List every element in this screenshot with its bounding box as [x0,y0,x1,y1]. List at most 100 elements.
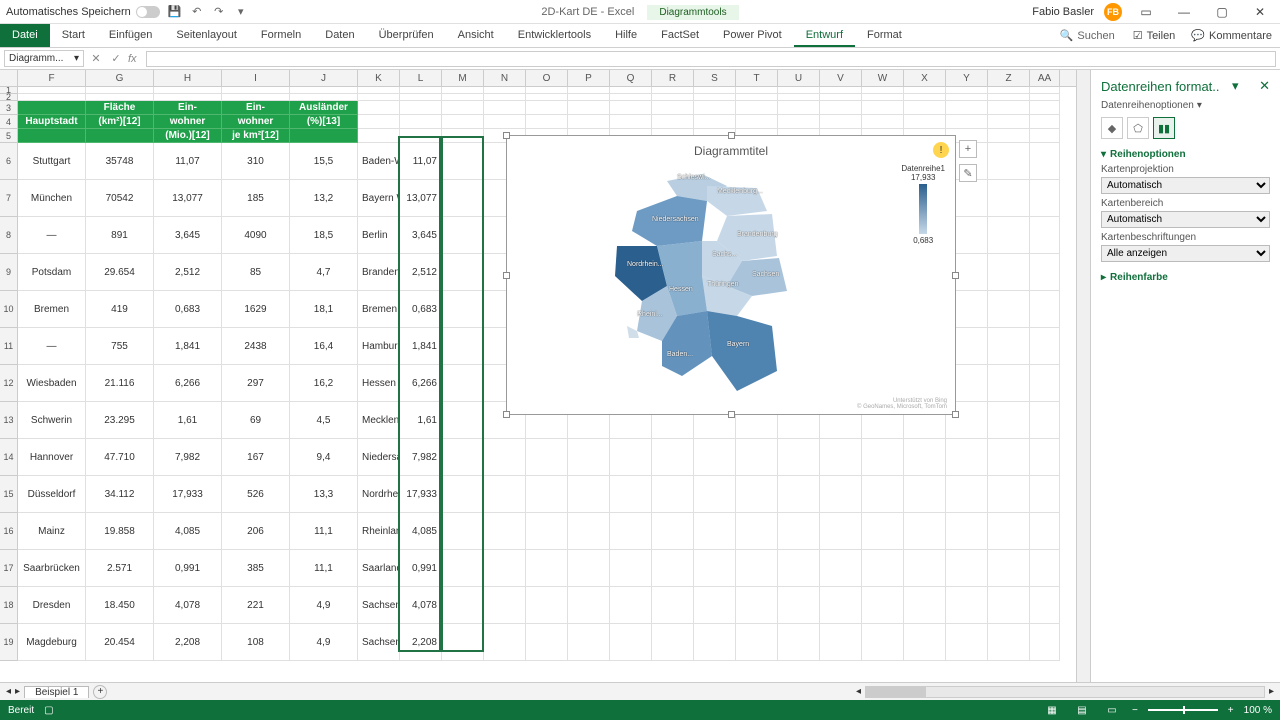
cell[interactable] [946,550,988,587]
cell[interactable] [484,87,526,94]
cell[interactable]: — [18,328,86,365]
chart-warning-icon[interactable]: ! [933,142,949,158]
search-box[interactable]: 🔍 Suchen [1050,24,1125,47]
col-header[interactable]: I [222,70,290,86]
cell[interactable]: 755 [86,328,154,365]
cell[interactable]: 18.450 [86,587,154,624]
sheet-tab[interactable]: Beispiel 1 [24,686,89,698]
cell[interactable] [694,587,736,624]
resize-handle[interactable] [503,411,510,418]
col-header[interactable]: K [358,70,400,86]
resize-handle[interactable] [503,272,510,279]
row-header[interactable]: 10 [0,291,18,328]
cell[interactable] [862,476,904,513]
cell[interactable] [526,87,568,94]
tab-hilfe[interactable]: Hilfe [603,24,649,47]
pane-tab-effects[interactable]: ⬠ [1127,117,1149,139]
cell[interactable] [652,624,694,661]
cell[interactable] [484,587,526,624]
cell[interactable] [442,365,484,402]
cell[interactable] [400,115,442,129]
cell[interactable]: 310 [222,143,290,180]
cell[interactable] [568,87,610,94]
cell[interactable] [778,587,820,624]
cell[interactable] [904,476,946,513]
cell[interactable]: Nordrhein [358,476,400,513]
col-header[interactable]: W [862,70,904,86]
cell[interactable]: 0,683 [400,291,442,328]
collapse-icon[interactable]: ▾ [1101,149,1106,160]
cell[interactable] [736,476,778,513]
pane-close-icon[interactable]: ✕ [1259,78,1270,94]
cell[interactable] [1030,217,1060,254]
cell[interactable] [526,513,568,550]
cell[interactable]: Niedersac [358,439,400,476]
cell[interactable]: Mecklenb [358,402,400,439]
cell[interactable] [820,94,862,101]
cell[interactable]: 6,266 [154,365,222,402]
cell[interactable] [652,476,694,513]
cell[interactable] [694,115,736,129]
cell[interactable] [862,624,904,661]
cell[interactable] [442,624,484,661]
sheet-nav-prev-icon[interactable]: ◂ [6,686,11,697]
cell[interactable] [862,587,904,624]
ribbon-mode-icon[interactable]: ▭ [1132,2,1160,22]
cell[interactable] [358,94,400,101]
toggle-icon[interactable] [136,6,160,18]
row-header[interactable]: 12 [0,365,18,402]
cell[interactable] [610,513,652,550]
cell[interactable] [1030,328,1060,365]
col-header[interactable]: S [694,70,736,86]
cell[interactable] [736,587,778,624]
cell[interactable]: 18,5 [290,217,358,254]
cell[interactable] [904,513,946,550]
cell[interactable]: 11,07 [400,143,442,180]
row-header[interactable]: 11 [0,328,18,365]
cell[interactable]: 15,5 [290,143,358,180]
cell[interactable]: 4,9 [290,624,358,661]
cell[interactable] [778,115,820,129]
cell[interactable]: 1,61 [154,402,222,439]
resize-handle[interactable] [503,132,510,139]
cell[interactable]: je km²[12] [222,129,290,143]
cell[interactable] [442,550,484,587]
row-header[interactable]: 16 [0,513,18,550]
cell[interactable] [778,476,820,513]
cell[interactable] [694,439,736,476]
cell[interactable] [484,101,526,115]
cell[interactable] [988,87,1030,94]
chart-title[interactable]: Diagrammtitel [507,136,955,158]
cancel-formula-icon[interactable]: ✕ [88,52,104,65]
cell[interactable] [988,217,1030,254]
cell[interactable]: 0,991 [154,550,222,587]
cell[interactable] [988,402,1030,439]
cell[interactable] [1030,143,1060,180]
cell[interactable]: 221 [222,587,290,624]
view-normal-icon[interactable]: ▦ [1042,703,1062,717]
add-sheet-button[interactable]: + [93,685,107,699]
cell[interactable] [736,513,778,550]
cell[interactable] [154,94,222,101]
section-header[interactable]: Reihenoptionen [1110,149,1186,160]
cell[interactable] [652,587,694,624]
cell[interactable] [694,513,736,550]
cell[interactable] [442,513,484,550]
save-icon[interactable]: 💾 [168,5,182,19]
cell[interactable] [736,94,778,101]
cell[interactable] [652,439,694,476]
cell[interactable] [778,101,820,115]
cell[interactable]: 206 [222,513,290,550]
cell[interactable] [988,94,1030,101]
resize-handle[interactable] [952,411,959,418]
cell[interactable]: 4,5 [290,402,358,439]
cell[interactable] [652,94,694,101]
col-header[interactable]: J [290,70,358,86]
cell[interactable]: 13,3 [290,476,358,513]
cell[interactable]: 9,4 [290,439,358,476]
cell[interactable]: 11,1 [290,513,358,550]
cell[interactable]: 1,61 [400,402,442,439]
cell[interactable] [988,143,1030,180]
cell[interactable] [1030,291,1060,328]
cell[interactable] [988,624,1030,661]
